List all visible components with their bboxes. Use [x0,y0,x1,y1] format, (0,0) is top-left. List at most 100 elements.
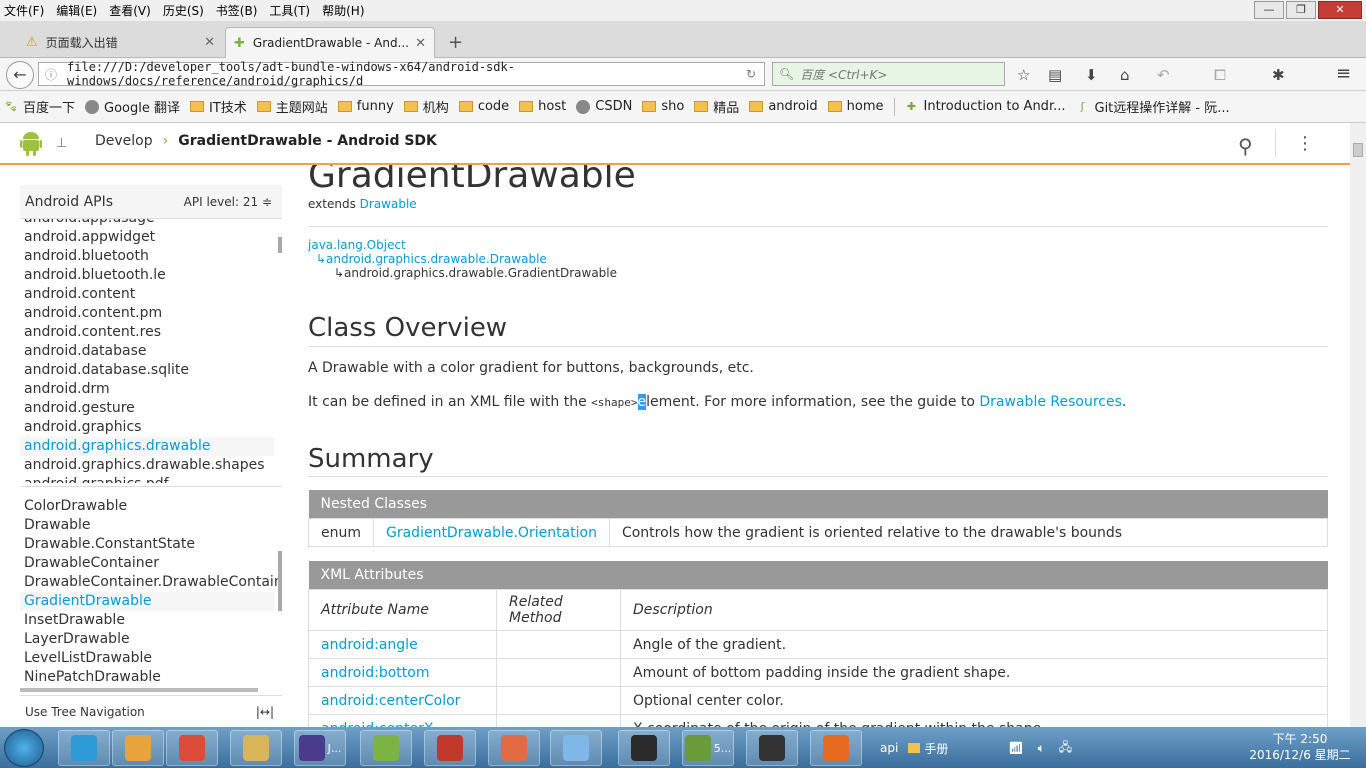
bookmark-item[interactable]: home [827,99,884,114]
taskbar-app-1[interactable] [58,730,110,766]
package-item[interactable]: android.graphics [24,418,274,437]
bookmark-item[interactable]: 🐾︎ 百度一下 [4,97,75,117]
taskbar-recorder[interactable] [746,730,798,766]
class-item[interactable]: NinePatchDrawable [24,668,282,687]
package-item[interactable]: android.bluetooth.le [24,266,274,285]
pin-icon[interactable]: ⊥ [56,136,67,151]
horizontal-scrollbar[interactable] [20,688,258,692]
taskbar-eclipse[interactable]: J... [294,730,346,766]
url-bar[interactable]: ⓘ file:///D:/developer_tools/adt-bundle-… [38,60,765,88]
class-item[interactable]: GradientDrawable [20,592,274,611]
package-item[interactable]: android.gesture [24,399,274,418]
toggle-width-icon[interactable]: |↔| [256,705,274,719]
volume-icon[interactable]: 🔈︎ [1038,741,1045,756]
package-item[interactable]: android.app.usage [24,219,274,228]
nested-class-link[interactable]: GradientDrawable.Orientation [373,518,610,547]
menu-item[interactable]: 书签(B) [216,2,258,19]
tree-navigation-link[interactable]: Use Tree Navigation [25,705,145,719]
bookmark-item[interactable]: host [519,99,566,114]
tab-close-icon[interactable]: ✕ [415,36,426,51]
undo-icon[interactable]: ↶ [1157,66,1170,84]
bookmark-item[interactable]: sho [642,99,684,114]
taskbar-weather[interactable] [550,730,602,766]
taskbar-app-2[interactable] [112,730,164,766]
taskbar-phone[interactable]: 5... [682,730,734,766]
bookmark-item[interactable]: ✚ Introduction to Andr... [905,99,1066,114]
class-item[interactable]: Drawable [24,516,282,535]
taskbar-firefox[interactable] [810,730,862,766]
class-item[interactable]: InsetDrawable [24,611,282,630]
start-button[interactable] [4,729,44,767]
class-scrollbar[interactable] [278,551,282,611]
attribute-link[interactable]: android:centerX [308,714,497,727]
package-item[interactable]: android.content [24,285,274,304]
clock[interactable]: 下午 2:50 2016/12/6 星期二 [1240,731,1360,763]
bookmark-star-icon[interactable]: ☆ [1017,66,1030,84]
menu-item[interactable]: 编辑(E) [56,2,97,19]
network-icon[interactable]: 🖧︎ [1059,738,1072,759]
api-level-select[interactable]: API level: 21 ≑ [184,195,272,209]
info-icon[interactable]: ⓘ [45,66,57,83]
bookmark-item[interactable]: ʃ Git远程操作详解 - 阮... [1076,97,1230,117]
class-item[interactable]: LevelListDrawable [24,649,282,668]
class-item[interactable]: LayerDrawable [24,630,282,649]
package-item[interactable]: android.graphics.drawable.shapes [24,456,274,475]
class-item[interactable]: DrawableContainer [24,554,282,573]
menu-item[interactable]: 文件(F) [4,2,44,19]
package-item[interactable]: android.content.res [24,323,274,342]
taskbar-p[interactable] [488,730,540,766]
tab-gradientdrawable[interactable]: ✚ GradientDrawable - And... ✕ [225,27,435,58]
close-window-button[interactable]: ✕ [1318,1,1362,19]
maximize-button[interactable]: ❐ [1286,1,1316,19]
minimize-button[interactable]: — [1254,1,1284,19]
package-item[interactable]: android.database [24,342,274,361]
taskbar-m[interactable] [424,730,476,766]
package-item[interactable]: android.graphics.pdf [24,475,274,483]
extension-icon[interactable]: ✱ [1272,66,1285,84]
bookmark-item[interactable]: Google 翻译 [85,97,180,116]
hamburger-menu-icon[interactable]: ≡ [1336,63,1351,84]
taskbar-explorer[interactable] [230,730,282,766]
menu-item[interactable]: 历史(S) [163,2,204,19]
drawable-resources-link[interactable]: Drawable Resources [979,394,1121,410]
tray-manual-label[interactable]: 手册 [924,740,948,757]
package-item[interactable]: android.graphics.drawable [20,437,274,456]
menu-item[interactable]: 查看(V) [109,2,151,19]
reload-icon[interactable]: ↻ [746,67,756,81]
attribute-link[interactable]: android:centerColor [308,686,497,715]
tab-error-page[interactable]: ⚠ 页面载入出错 ✕ [18,27,223,58]
package-item[interactable]: android.appwidget [24,228,274,247]
reading-list-icon[interactable]: ▤ [1048,66,1062,84]
attribute-link[interactable]: android:bottom [308,658,497,687]
scrollbar-thumb[interactable] [1353,143,1363,157]
inheritance-object[interactable]: java.lang.Object [308,238,406,252]
class-item[interactable]: ColorDrawable [24,497,282,516]
more-vert-icon[interactable]: ⋮ [1296,133,1314,154]
extends-link[interactable]: Drawable [360,197,417,211]
bookmark-item[interactable]: 精品 [694,97,739,116]
attribute-link[interactable]: android:angle [308,630,497,659]
inheritance-drawable[interactable]: ↳android.graphics.drawable.Drawable [316,252,547,266]
class-item[interactable]: Drawable.ConstantState [24,535,282,554]
android-logo-icon[interactable] [20,130,42,156]
package-item[interactable]: android.content.pm [24,304,274,323]
class-item[interactable]: DrawableContainer.DrawableContainerS [24,573,282,592]
back-button[interactable]: ← [6,61,34,89]
bookmark-item[interactable]: CSDN [576,99,632,114]
package-scrollbar[interactable] [278,237,282,253]
package-item[interactable]: android.bluetooth [24,247,274,266]
home-icon[interactable]: ⌂ [1120,66,1130,84]
bookmark-item[interactable]: funny [337,99,394,114]
downloads-icon[interactable]: ⬇ [1085,66,1098,84]
breadcrumb-develop[interactable]: Develop [95,133,153,149]
tab-close-icon[interactable]: ✕ [204,35,215,50]
menu-item[interactable]: 工具(T) [269,2,310,19]
tray-api-label[interactable]: api [880,741,898,755]
bookmark-item[interactable]: 主题网站 [256,97,328,116]
taskbar-android-studio[interactable] [360,730,412,766]
search-icon[interactable]: ⚲ [1238,134,1253,158]
package-item[interactable]: android.drm [24,380,274,399]
bookmark-item[interactable]: 机构 [403,97,449,116]
bookmark-item[interactable]: code [458,99,509,114]
taskbar-nox[interactable] [618,730,670,766]
